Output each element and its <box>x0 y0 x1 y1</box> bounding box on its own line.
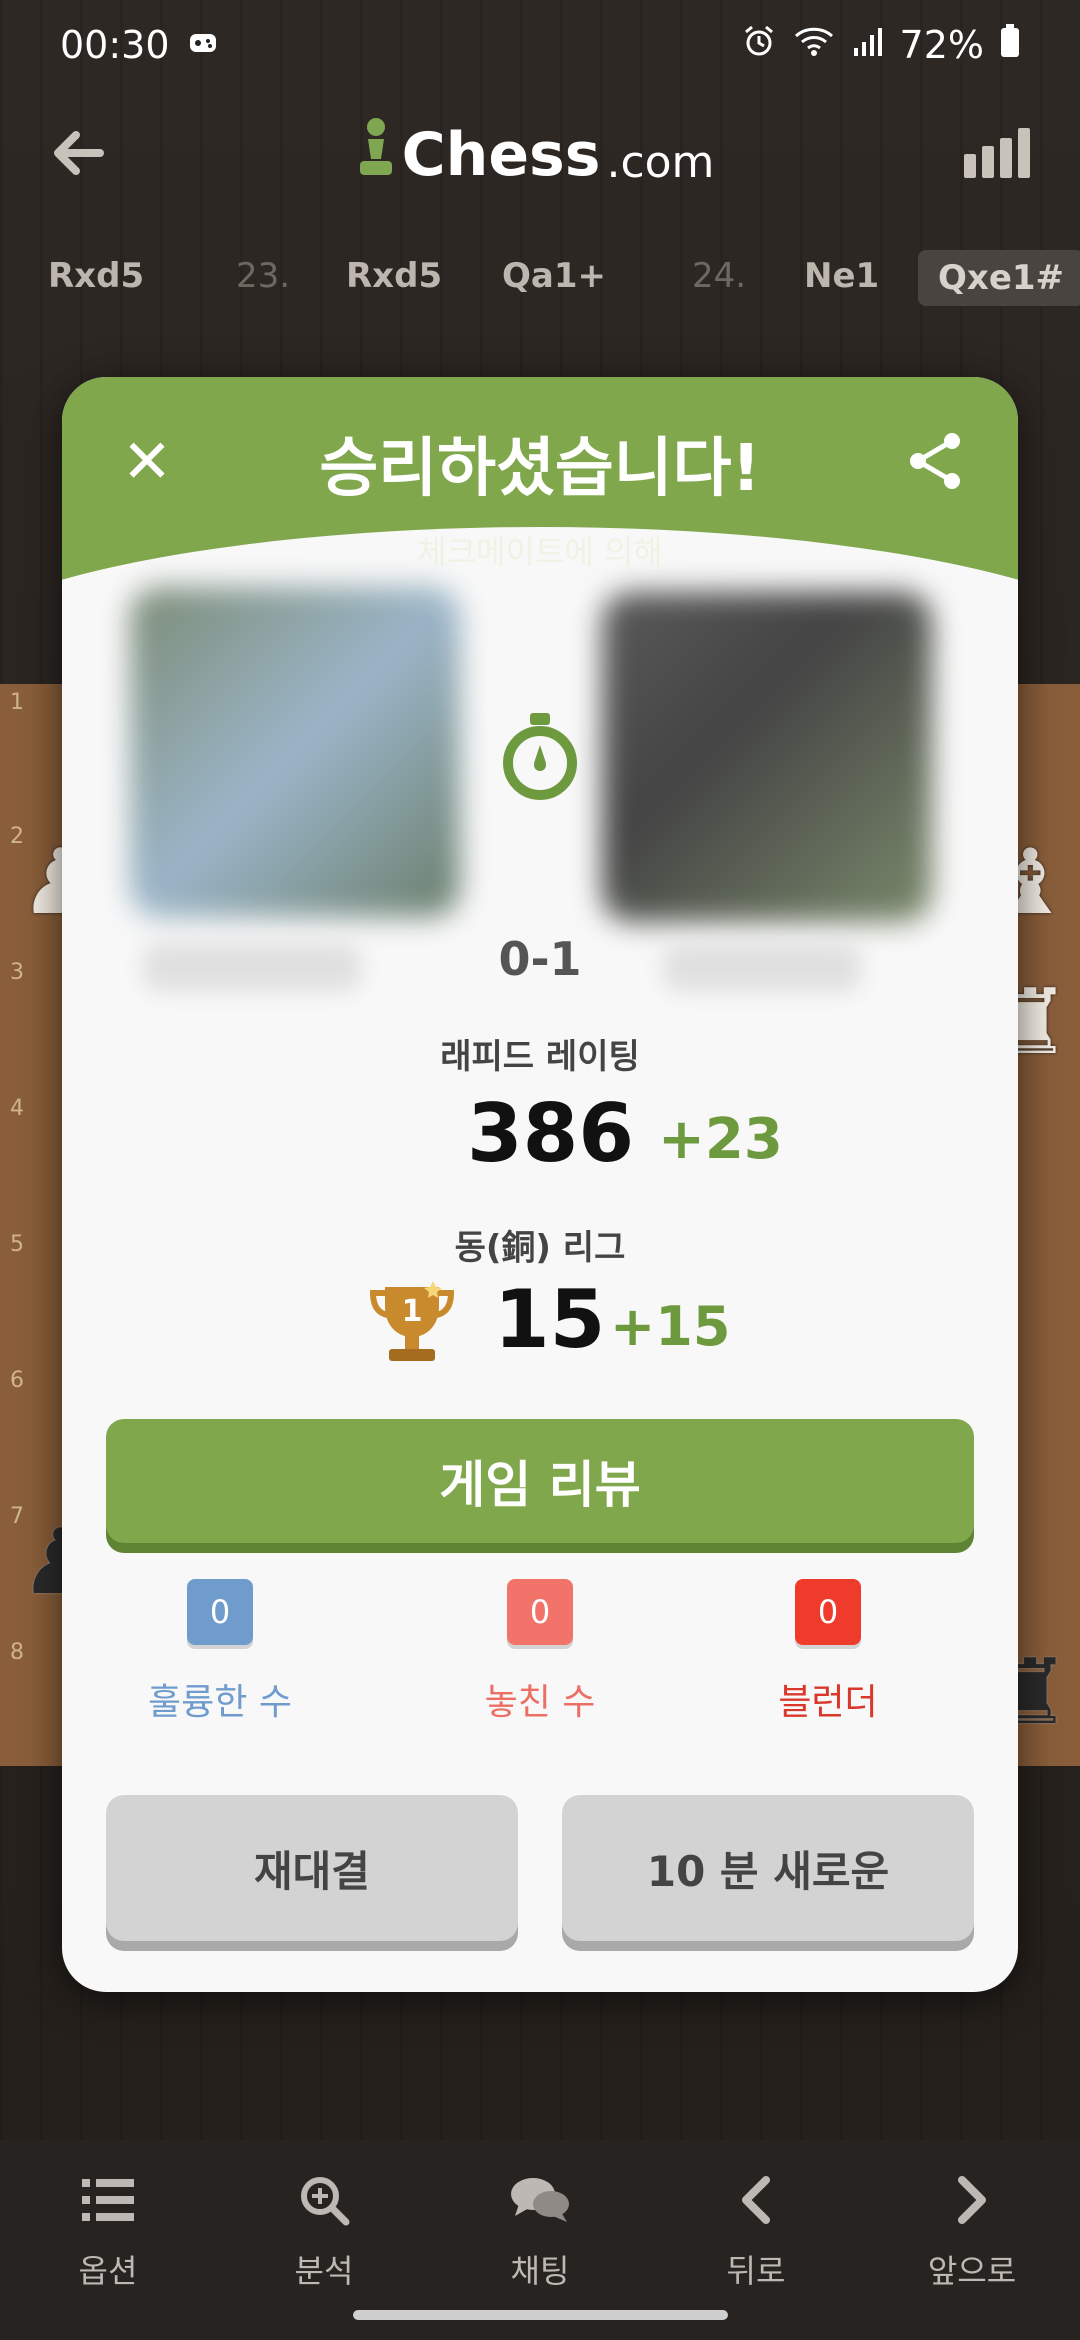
rank-label: 4 <box>10 1096 24 1121</box>
opponent-avatar <box>602 592 932 922</box>
missed-moves-counter[interactable]: 0 놓친 수 <box>440 1579 640 1725</box>
modal-actions: 재대결 10 분 새로운 <box>106 1795 974 1941</box>
counter-value: 0 <box>187 1579 253 1645</box>
pawn-logo-icon <box>356 117 396 194</box>
nav-back[interactable]: 뒤로 <box>666 2160 846 2292</box>
rating-row: 386 +23 <box>62 1087 1018 1197</box>
blunders-counter[interactable]: 0 블런더 <box>728 1579 928 1725</box>
rank-label: 6 <box>10 1368 24 1393</box>
move-number: 23. <box>236 256 291 296</box>
share-icon[interactable] <box>904 429 968 493</box>
nav-label: 옵션 <box>78 2252 138 2290</box>
move-number: 24. <box>692 256 747 296</box>
logo-suffix: .com <box>606 136 715 188</box>
nav-chat[interactable]: 채팅 <box>450 2160 630 2292</box>
nav-forward[interactable]: 앞으로 <box>882 2160 1062 2292</box>
rank-label: 1 <box>10 690 24 715</box>
nav-analysis[interactable]: 분석 <box>234 2160 414 2292</box>
nav-options[interactable]: 옵션 <box>18 2160 198 2292</box>
game-review-button[interactable]: 게임 리뷰 <box>106 1419 974 1543</box>
nav-label: 뒤로 <box>726 2252 786 2290</box>
move-item[interactable]: Qa1+ <box>502 256 606 296</box>
battery-percent: 72% <box>899 23 984 67</box>
chess-com-logo: Chess .com <box>356 117 715 194</box>
great-moves-counter[interactable]: 0 훌륭한 수 <box>120 1579 320 1725</box>
counter-value: 0 <box>507 1579 573 1645</box>
move-quality-counters: 0 훌륭한 수 0 놓친 수 0 블런더 <box>62 1579 1018 1729</box>
rating-delta: +23 <box>658 1107 783 1172</box>
list-icon <box>18 2160 198 2240</box>
move-item[interactable]: Rxd5 <box>48 256 144 296</box>
player-avatar <box>130 587 460 917</box>
battery-icon <box>1000 23 1020 67</box>
game-over-modal: ✕ 승리하셨습니다! 체크메이트에 의해 0-1 래피드 레이팅 386 +23… <box>62 377 1018 1992</box>
trophy-icon: 1 <box>367 1277 457 1367</box>
alarm-icon <box>742 23 776 67</box>
current-move[interactable]: Qxe1# <box>918 250 1080 306</box>
counter-label: 훌륭한 수 <box>148 1682 292 1723</box>
rank-label: 5 <box>10 1232 24 1257</box>
modal-subtitle: 체크메이트에 의해 <box>417 533 663 571</box>
move-list: Rxd5 23. Rxd5 Qa1+ 24. Ne1 Qxe1# <box>0 240 1080 312</box>
league-label: 동(銅) 리그 <box>454 1228 626 1268</box>
logo-text: Chess <box>401 120 601 190</box>
league-row: 1 15 +15 <box>62 1273 1018 1383</box>
game-icon <box>188 23 218 67</box>
modal-title: 승리하셨습니다! <box>319 432 761 506</box>
chevron-right-icon <box>882 2160 1062 2240</box>
chat-bubbles-icon <box>450 2160 630 2240</box>
counter-label: 블런더 <box>778 1682 878 1723</box>
move-item[interactable]: Rxd5 <box>346 256 442 296</box>
signal-icon <box>852 23 884 67</box>
rating-value: 386 <box>467 1087 634 1180</box>
league-value: 15 <box>494 1273 606 1366</box>
nav-label: 앞으로 <box>927 2252 1017 2290</box>
counter-label: 놓친 수 <box>484 1682 596 1723</box>
chevron-left-icon <box>666 2160 846 2240</box>
rating-label: 래피드 레이팅 <box>440 1037 640 1077</box>
status-bar: 00:30 72% <box>0 0 1080 90</box>
status-time: 00:30 <box>60 23 170 67</box>
league-delta: +15 <box>610 1295 731 1358</box>
rematch-button[interactable]: 재대결 <box>106 1795 518 1941</box>
nav-label: 분석 <box>294 2252 354 2290</box>
trophy-rank: 1 <box>402 1294 423 1329</box>
home-indicator[interactable] <box>353 2310 728 2320</box>
counter-value: 0 <box>795 1579 861 1645</box>
move-item[interactable]: Ne1 <box>804 256 879 296</box>
nav-label: 채팅 <box>510 2252 570 2290</box>
stopwatch-icon <box>490 707 590 807</box>
wifi-icon <box>792 23 836 67</box>
rank-label: 8 <box>10 1640 24 1665</box>
rank-label: 3 <box>10 960 24 985</box>
analysis-magnifier-icon <box>234 2160 414 2240</box>
bar-chart-icon[interactable] <box>964 128 1030 182</box>
game-score: 0-1 <box>498 932 582 986</box>
back-arrow-icon[interactable] <box>50 125 106 185</box>
new-game-button[interactable]: 10 분 새로운 <box>562 1795 974 1941</box>
top-bar: Chess .com <box>0 90 1080 220</box>
